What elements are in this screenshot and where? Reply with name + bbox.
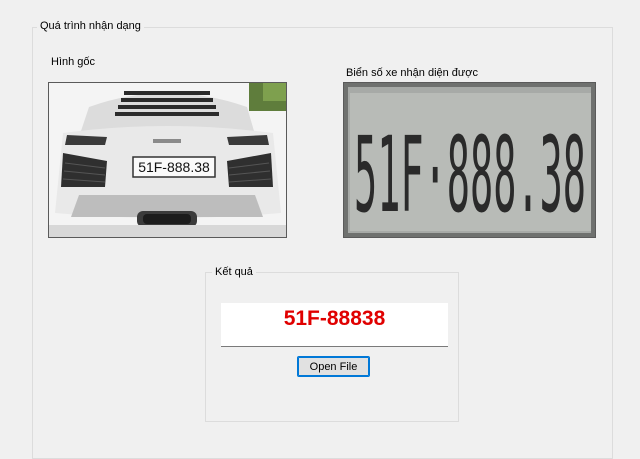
open-file-button[interactable]: Open File [297,356,370,377]
result-value: 51F-88838 [221,303,448,347]
car-rear-photo: 51F-888.38 [49,83,286,237]
result-group: Kết quả [205,266,459,422]
car-plate-text: 51F-888.38 [138,159,210,175]
original-image: 51F-888.38 [48,82,287,238]
recognition-process-group-label: Quá trình nhận dạng [37,20,144,33]
detected-plate-image: 51F·888.38 [343,82,596,238]
detected-plate-label: Biển số xe nhận diện được [346,67,478,79]
original-image-label: Hình gốc [51,56,96,68]
plate-crop-text: 51F·888.38 [354,114,586,236]
result-group-label: Kết quả [212,266,256,279]
plate-crop-photo: 51F·888.38 [344,83,595,237]
